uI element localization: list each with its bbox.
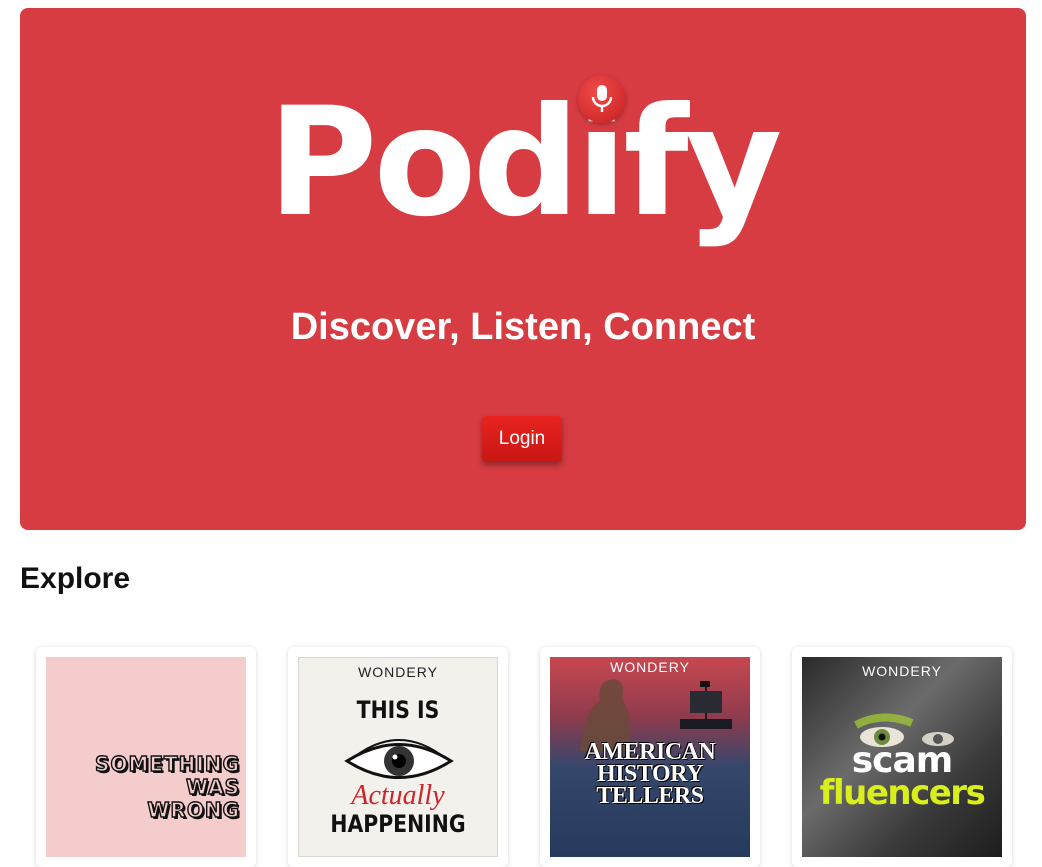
logo-text: Podify <box>267 76 783 250</box>
cover-title-line: AMERICAN <box>584 739 716 765</box>
cover-brand: WONDERY <box>358 664 438 680</box>
cover-brand: WONDERY <box>862 663 942 679</box>
login-button[interactable]: Login <box>482 416 562 462</box>
ship-icon <box>680 681 732 729</box>
app-logo[interactable]: Podify <box>20 78 1026 248</box>
cover-title-line: TELLERS <box>596 783 704 809</box>
cover-title: AMERICAN HISTORY TELLERS <box>550 739 750 809</box>
eye-icon <box>344 739 454 779</box>
microphone-icon <box>578 75 626 123</box>
cover-title-line: HISTORY <box>597 761 703 787</box>
podcast-card[interactable]: SOMETHING WAS WRONG <box>36 647 256 867</box>
cover-title: SOMETHING WAS WRONG <box>94 752 240 822</box>
podcast-cover[interactable]: SOMETHING WAS WRONG <box>46 657 246 857</box>
cover-title-line: SOMETHING <box>94 752 240 776</box>
cover-title-line: fluencers <box>819 773 986 813</box>
podcast-cover[interactable]: WONDERY AMERICAN HISTORY TELLERS <box>550 657 750 857</box>
cover-title-line: WAS <box>185 775 240 799</box>
cover-script-word: Actually <box>351 780 445 811</box>
cover-title-line: HAPPENING <box>330 810 466 838</box>
podcast-card[interactable]: WONDERY THIS IS Actually HAPPENING <box>288 647 508 867</box>
podcast-card[interactable]: WONDERY AMERICAN HISTORY TELLERS <box>540 647 760 867</box>
podcast-cover[interactable]: WONDERY THIS IS Actually HAPPENING <box>298 657 498 857</box>
cover-title-line: THIS IS <box>356 696 440 724</box>
hero-banner: Podify Discover, Listen, Connect Login <box>20 8 1026 530</box>
hero-tagline: Discover, Listen, Connect <box>290 306 756 348</box>
cover-brand: WONDERY <box>610 659 690 675</box>
podcast-card[interactable]: WONDERY scam fluencers <box>792 647 1012 867</box>
cover-title-line: WRONG <box>147 798 240 822</box>
podcast-cover[interactable]: WONDERY scam fluencers <box>802 657 1002 857</box>
explore-heading: Explore <box>20 562 131 595</box>
